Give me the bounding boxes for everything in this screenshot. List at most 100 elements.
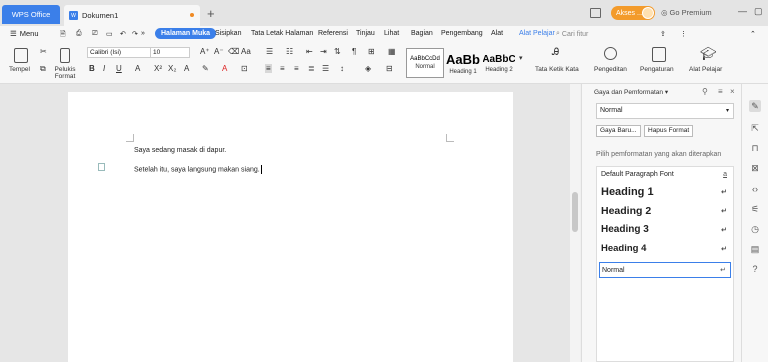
pin-icon[interactable]: ⚲ — [702, 87, 708, 96]
grow-font-icon[interactable]: A⁺ — [200, 47, 210, 56]
table-icon[interactable]: ⊞ — [368, 47, 375, 56]
tab-alat-pelajar[interactable]: Alat Pelajar — [519, 30, 555, 37]
document-tab[interactable]: W Dokumen1 — [64, 5, 200, 26]
shrink-font-icon[interactable]: A⁻ — [214, 47, 224, 56]
highlight-icon[interactable]: ✎ — [202, 64, 209, 73]
tab-bagian[interactable]: Bagian — [411, 30, 433, 37]
borders-icon[interactable]: ⊟ — [386, 64, 393, 73]
settings-button[interactable]: Pengaturan — [640, 66, 674, 73]
document-line-1[interactable]: Saya sedang masak di dapur. — [134, 147, 226, 154]
tab-tinjau[interactable]: Tinjau — [356, 30, 375, 37]
copy-icon[interactable]: ⧉ — [40, 64, 46, 74]
print-icon[interactable]: ⎚ — [92, 30, 98, 38]
subscript-icon[interactable]: X₂ — [168, 64, 176, 73]
help-icon[interactable]: ? — [749, 263, 761, 275]
library-icon[interactable]: ▤ — [749, 243, 761, 255]
align-right-icon[interactable]: ≡ — [294, 64, 299, 73]
paragraph-handle-icon[interactable] — [98, 163, 105, 171]
style-item-heading-2[interactable]: Heading 2 ↵ — [599, 205, 731, 217]
wps-office-tab[interactable]: WPS Office — [2, 5, 60, 24]
settings-icon[interactable] — [652, 47, 666, 62]
paste-icon[interactable] — [14, 48, 28, 63]
font-size-select[interactable]: 10 — [150, 47, 190, 58]
style-heading2-gallery[interactable]: AaBbC Heading 2 — [482, 48, 516, 78]
adjust-icon[interactable]: ⚟ — [749, 203, 761, 215]
lock-icon[interactable]: ⊓ — [749, 142, 761, 154]
format-painter-button[interactable]: Pelukis Format — [54, 66, 76, 80]
current-style-select[interactable]: Normal ▾ — [596, 103, 734, 119]
text-effect-icon[interactable]: A — [184, 64, 189, 73]
style-item-heading-1[interactable]: Heading 1 ↵ — [599, 186, 731, 198]
translate-icon[interactable]: ⊠ — [749, 162, 761, 174]
numbering-icon[interactable]: ☷ — [286, 47, 293, 56]
share-icon[interactable]: ⇪ — [660, 30, 666, 38]
new-style-button[interactable]: Gaya Baru... — [596, 125, 641, 137]
tab-alat[interactable]: Alat — [491, 30, 503, 37]
paste-button[interactable]: Tempel — [9, 66, 30, 73]
menu-button[interactable]: ☰ Menu — [10, 29, 39, 38]
bold-icon[interactable]: B — [89, 64, 95, 73]
code-icon[interactable]: ‹› — [749, 183, 761, 195]
minimize-icon[interactable]: — — [738, 6, 747, 16]
change-case-icon[interactable]: Aa — [241, 47, 251, 56]
style-heading1-gallery[interactable]: AaBb Heading 1 — [445, 48, 481, 78]
superscript-icon[interactable]: X² — [154, 64, 162, 73]
styles-more-icon[interactable]: ▾ — [519, 54, 523, 62]
tab-halaman-muka[interactable]: Halaman Muka — [155, 28, 217, 39]
pane-title[interactable]: Gaya dan Pemformatan ▾ — [594, 88, 668, 96]
layout-icon[interactable] — [590, 8, 601, 18]
bullets-icon[interactable]: ☰ — [266, 47, 273, 56]
decrease-indent-icon[interactable]: ⇤ — [306, 47, 313, 56]
select-icon[interactable]: ⇱ — [749, 122, 761, 134]
tab-tata-letak-halaman[interactable]: Tata Letak Halaman — [251, 30, 313, 37]
restore-icon[interactable]: ▢ — [754, 6, 763, 17]
font-color-icon[interactable]: A — [222, 64, 227, 73]
char-border-icon[interactable]: ⊡ — [241, 64, 248, 73]
style-item-heading-4[interactable]: Heading 4 ↵ — [599, 243, 731, 254]
text-direction-icon[interactable]: Ꭿ — [552, 47, 559, 58]
align-left-icon[interactable]: ≡ — [265, 64, 272, 73]
find-icon[interactable] — [604, 47, 617, 60]
tab-sisipkan[interactable]: Sisipkan — [215, 30, 241, 37]
redo-icon[interactable]: ↷ — [132, 30, 138, 38]
format-painter-icon[interactable] — [60, 48, 70, 63]
editing-button[interactable]: Pengeditan — [594, 66, 627, 73]
account-button[interactable]: Akses ... — [611, 6, 655, 20]
increase-indent-icon[interactable]: ⇥ — [320, 47, 327, 56]
tab-referensi[interactable]: Referensi — [318, 30, 348, 37]
document-line-2[interactable]: Setelah itu, saya langsung makan siang. — [134, 165, 262, 174]
align-center-icon[interactable]: ≡ — [280, 64, 285, 73]
italic-icon[interactable]: I — [103, 64, 105, 73]
styles-pane-icon[interactable]: ✎ — [749, 100, 761, 112]
line-spacing-icon[interactable]: ↕ — [340, 64, 344, 73]
learning-tools-button[interactable]: Alat Pelajar — [689, 66, 722, 73]
collapse-ribbon-icon[interactable]: ⌃ — [750, 30, 756, 38]
document-page[interactable]: Saya sedang masak di dapur. Setelah itu,… — [68, 92, 513, 362]
save-icon[interactable]: 🗎 — [60, 30, 66, 41]
go-premium-button[interactable]: ◎ Go Premium — [661, 8, 712, 17]
graduation-cap-icon[interactable]: 🎓︎ — [700, 46, 717, 62]
pane-options-icon[interactable]: ≡ — [718, 87, 723, 96]
show-marks-icon[interactable]: ¶ — [352, 47, 356, 56]
font-name-select[interactable]: Calibri (Isi) — [87, 47, 151, 58]
justify-icon[interactable]: ≣ — [308, 64, 315, 73]
strikethrough-icon[interactable]: A — [135, 64, 140, 73]
sort-icon[interactable]: ⇅ — [334, 47, 341, 56]
export-icon[interactable]: ⎙ — [76, 30, 82, 38]
border-icon[interactable]: ▦ — [388, 47, 396, 56]
text-direction-button[interactable]: Tata Ketik Kata — [535, 66, 579, 73]
style-item-normal[interactable]: Normal ↵ — [599, 262, 731, 278]
distribute-icon[interactable]: ☰ — [322, 64, 329, 73]
clear-format-icon[interactable]: ⌫ — [228, 47, 239, 56]
scrollbar-thumb[interactable] — [572, 192, 578, 232]
more-options-icon[interactable]: ⋮ — [680, 30, 687, 38]
tab-pengembang[interactable]: Pengembang — [441, 30, 483, 37]
style-item-heading-3[interactable]: Heading 3 ↵ — [599, 224, 731, 235]
close-icon[interactable]: × — [730, 87, 735, 96]
new-tab-button[interactable]: + — [207, 6, 215, 21]
underline-icon[interactable]: U — [116, 64, 122, 73]
clear-format-button[interactable]: Hapus Format — [644, 125, 694, 137]
document-canvas[interactable]: Saya sedang masak di dapur. Setelah itu,… — [0, 84, 580, 362]
history-icon[interactable]: ◷ — [749, 223, 761, 235]
shading-icon[interactable]: ◈ — [365, 64, 371, 73]
